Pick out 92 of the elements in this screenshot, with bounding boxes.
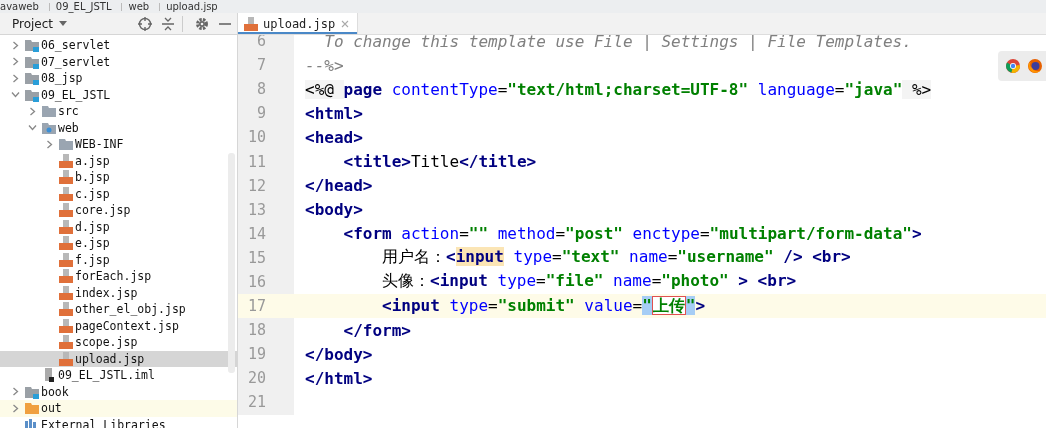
folder-icon <box>42 104 56 119</box>
tree-item[interactable]: 07_servlet <box>0 53 237 70</box>
tree-item[interactable]: upload.jsp <box>0 350 237 367</box>
jsp-file-icon <box>244 16 258 31</box>
tree-item[interactable]: index.jsp <box>0 284 237 301</box>
line-number: 12 <box>246 176 266 195</box>
jsp-file-icon <box>59 203 73 218</box>
settings-icon[interactable] <box>195 16 209 31</box>
code-line[interactable]: <%@ page contentType="text/html;charset=UTF-8" language="java" %> <box>305 79 932 99</box>
line-number: 11 <box>246 152 266 171</box>
breadcrumb-item[interactable]: web <box>128 0 150 13</box>
tree-item[interactable]: 06_servlet <box>0 37 237 54</box>
close-icon <box>341 19 350 28</box>
code-line[interactable]: </html> <box>305 368 373 388</box>
line-number: 18 <box>246 321 266 340</box>
line-number: 15 <box>246 248 266 267</box>
line-number: 19 <box>246 345 266 364</box>
module-folder-icon <box>25 38 39 53</box>
code-line[interactable]: </body> <box>305 344 373 364</box>
panel-title[interactable]: Project <box>12 16 54 31</box>
jsp-file-icon <box>59 170 73 185</box>
target-icon[interactable] <box>138 16 152 31</box>
line-number: 13 <box>246 200 266 219</box>
tree-item[interactable]: web <box>0 119 237 136</box>
tree-item[interactable]: WEB-INF <box>0 136 237 153</box>
library-icon <box>25 417 39 428</box>
code-line[interactable]: --%> <box>305 55 344 75</box>
module-file-icon <box>42 368 56 383</box>
jsp-file-icon <box>59 269 73 284</box>
module-folder-icon <box>25 71 39 86</box>
code-line[interactable]: <head> <box>305 127 363 147</box>
code-line[interactable]: <title>Title</title> <box>305 152 537 171</box>
module-folder-icon <box>25 87 39 102</box>
breadcrumb-item[interactable]: upload.jsp <box>166 0 218 13</box>
jsp-file-icon <box>59 219 73 234</box>
tree-item[interactable]: f.jsp <box>0 251 237 268</box>
breadcrumb-item[interactable]: avaweb <box>0 0 39 13</box>
tree-item[interactable]: book <box>0 383 237 400</box>
tree-item[interactable]: 09_EL_JSTL.iml <box>0 367 237 384</box>
folder-icon <box>59 137 73 152</box>
line-number: 21 <box>246 393 266 412</box>
code-line[interactable]: <html> <box>305 103 363 123</box>
tree-item[interactable]: a.jsp <box>0 152 237 169</box>
module-folder-icon <box>25 54 39 69</box>
tree-item[interactable]: 08_jsp <box>0 70 237 87</box>
code-line[interactable]: </form> <box>305 320 411 340</box>
tree-item[interactable]: core.jsp <box>0 202 237 219</box>
code-line[interactable]: </head> <box>305 176 373 196</box>
code-line[interactable]: <body> <box>305 200 363 220</box>
tree-item[interactable]: d.jsp <box>0 218 237 235</box>
caret-icon[interactable] <box>59 21 68 26</box>
jsp-file-icon <box>59 236 73 251</box>
tree-item[interactable]: scope.jsp <box>0 334 237 351</box>
line-number: 14 <box>246 224 266 243</box>
line-number: 9 <box>255 104 266 123</box>
line-number: 7 <box>255 56 266 75</box>
tree-item[interactable]: 09_EL_JSTL <box>0 86 237 103</box>
jsp-file-icon <box>59 302 73 317</box>
scrollbar[interactable] <box>228 153 235 373</box>
tree-item[interactable]: e.jsp <box>0 235 237 252</box>
code-line[interactable]: <form action="" method="post" enctype="multipart/form-data"> <box>305 224 922 244</box>
web-folder-icon <box>42 120 56 135</box>
jsp-file-icon <box>59 335 73 350</box>
firefox-icon[interactable] <box>1028 59 1042 73</box>
tree-item[interactable]: b.jsp <box>0 169 237 186</box>
tree-item[interactable]: c.jsp <box>0 185 237 202</box>
jsp-file-icon <box>59 153 73 168</box>
jsp-file-icon <box>59 186 73 201</box>
tree-item[interactable]: out <box>0 400 237 417</box>
chrome-icon[interactable] <box>1006 59 1020 73</box>
line-number: 10 <box>246 128 266 147</box>
code-line[interactable]: <input type="submit" value="上传"> <box>305 295 706 317</box>
tree-item[interactable]: pageContext.jsp <box>0 317 237 334</box>
editor-tab[interactable]: upload.jsp <box>238 13 359 34</box>
jsp-file-icon <box>59 351 73 366</box>
code-line[interactable]: To change this template use File | Settings | File Templates. <box>305 31 912 51</box>
line-number: 8 <box>255 80 266 99</box>
code-line[interactable]: 用户名：<input type="text" name="username" /> <br> <box>305 247 851 269</box>
jsp-file-icon <box>59 252 73 267</box>
line-number: 16 <box>246 273 266 291</box>
tree-item[interactable]: External Libraries <box>0 416 237 428</box>
folder-icon <box>25 401 39 416</box>
jsp-file-icon <box>59 318 73 333</box>
jsp-file-icon <box>59 285 73 300</box>
tree-item[interactable]: forEach.jsp <box>0 268 237 285</box>
code-line[interactable]: 头像：<input type="file" name="photo" > <br> <box>305 271 797 293</box>
tree-item[interactable]: other_el_obj.jsp <box>0 301 237 318</box>
line-number: 20 <box>246 369 266 388</box>
tree-item[interactable]: src <box>0 103 237 120</box>
module-folder-icon <box>25 384 39 399</box>
collapse-icon[interactable] <box>162 16 174 31</box>
breadcrumb-item[interactable]: 09_EL_JSTL <box>55 0 112 13</box>
